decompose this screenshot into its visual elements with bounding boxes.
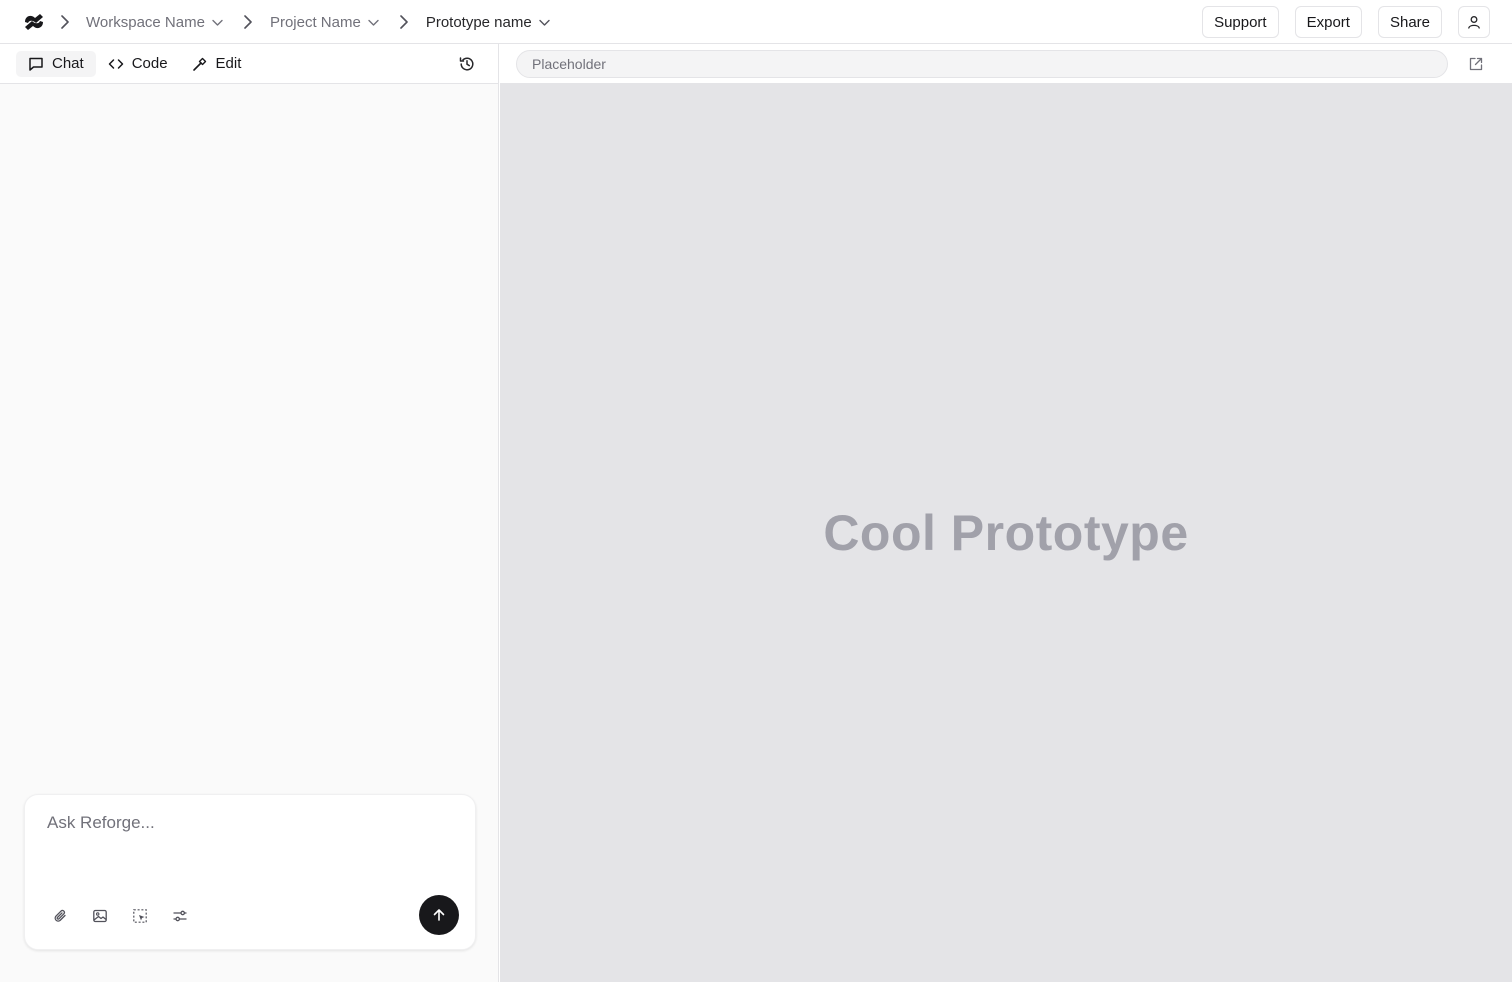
tab-chat[interactable]: Chat: [16, 50, 96, 77]
chevron-down-icon: [539, 19, 550, 26]
paperclip-icon[interactable]: [51, 907, 69, 925]
preview-toolbar: [500, 44, 1512, 84]
select-element-icon[interactable]: [131, 907, 149, 925]
tab-edit-label: Edit: [215, 55, 242, 72]
panel-tabs: Chat Code Edit: [0, 44, 498, 84]
preview-title: Cool Prototype: [823, 505, 1189, 561]
logo-icon[interactable]: [22, 12, 46, 32]
share-button[interactable]: Share: [1377, 6, 1442, 38]
breadcrumb-workspace-label: Workspace Name: [86, 13, 205, 31]
top-bar: Workspace Name Project Name Prototype na…: [0, 0, 1512, 44]
breadcrumb-project[interactable]: Project Name: [270, 14, 379, 31]
user-icon: [1468, 16, 1480, 29]
send-button[interactable]: [419, 895, 459, 935]
chevron-right-icon: [58, 15, 72, 29]
url-input[interactable]: [516, 50, 1448, 78]
export-button[interactable]: Export: [1294, 6, 1362, 38]
chat-composer: [24, 794, 476, 950]
breadcrumb-project-label: Project Name: [269, 13, 361, 31]
header-actions: Support Export Share: [1202, 6, 1490, 38]
chat-input[interactable]: [47, 813, 455, 873]
composer-tools: [51, 907, 211, 925]
tab-chat-label: Chat: [52, 55, 84, 72]
chat-panel: Chat Code Edit: [0, 44, 499, 982]
breadcrumb-prototype[interactable]: Prototype name: [426, 14, 550, 31]
code-brackets-icon: [108, 58, 123, 69]
breadcrumb-prototype-label: Prototype name: [425, 13, 532, 31]
support-button[interactable]: Support: [1202, 6, 1279, 38]
chevron-right-icon: [241, 15, 255, 29]
avatar[interactable]: [1458, 6, 1490, 38]
external-link-icon[interactable]: [1468, 56, 1484, 72]
image-icon[interactable]: [91, 907, 109, 925]
tab-code-label: Code: [131, 55, 168, 72]
preview-panel: Cool Prototype: [500, 44, 1512, 982]
settings-sliders-icon[interactable]: [171, 907, 189, 925]
history-icon[interactable]: [458, 55, 476, 73]
hammer-icon: [192, 57, 206, 71]
chevron-down-icon: [212, 19, 223, 26]
chevron-down-icon: [368, 19, 379, 26]
breadcrumb-workspace[interactable]: Workspace Name: [86, 14, 223, 31]
chat-bubble-icon: [29, 57, 43, 71]
tab-edit[interactable]: Edit: [180, 51, 254, 77]
chevron-right-icon: [397, 15, 411, 29]
tab-code[interactable]: Code: [96, 51, 180, 77]
arrow-up-icon: [433, 909, 445, 921]
breadcrumb: Workspace Name Project Name Prototype na…: [58, 0, 550, 44]
